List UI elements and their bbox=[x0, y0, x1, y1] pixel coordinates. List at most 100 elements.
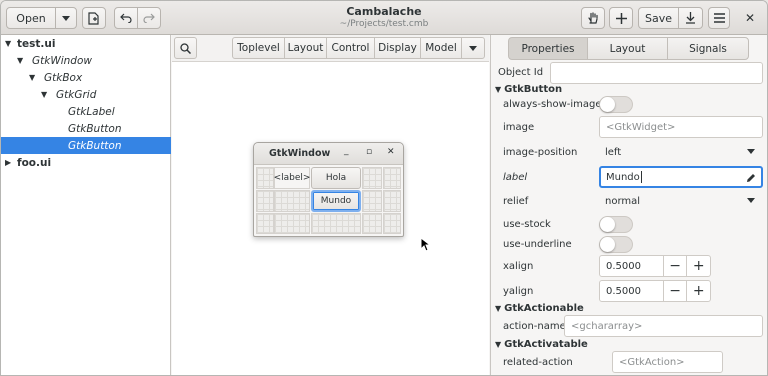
grid-empty-cell[interactable] bbox=[274, 213, 310, 234]
workspace-canvas[interactable]: Toplevel Layout Control Display Model Gt… bbox=[172, 35, 489, 375]
export-button[interactable] bbox=[678, 7, 703, 29]
grid-empty-cell[interactable] bbox=[256, 167, 274, 189]
tab-layout-props[interactable]: Layout bbox=[587, 37, 668, 60]
close-icon[interactable]: ✕ bbox=[387, 147, 395, 157]
expander-icon[interactable]: ▼ bbox=[5, 39, 11, 48]
grid-empty-cell[interactable] bbox=[256, 213, 274, 234]
section-title: GtkActionable bbox=[504, 303, 584, 314]
section-gtkactionable[interactable]: ▼ GtkActionable bbox=[495, 303, 584, 314]
grid-label[interactable]: <label> bbox=[274, 167, 310, 189]
grid-empty-cell[interactable] bbox=[311, 213, 361, 234]
window-close-button[interactable]: ✕ bbox=[741, 9, 759, 27]
close-icon: ✕ bbox=[744, 11, 756, 25]
tree-item-gtkgrid[interactable]: ▼ GtkGrid bbox=[1, 86, 171, 103]
grid-empty-cell[interactable] bbox=[256, 190, 274, 212]
tree-item-label: GtkWindow bbox=[32, 54, 92, 67]
image-position-dropdown[interactable]: left bbox=[599, 141, 763, 163]
action-name-label: action-name bbox=[503, 321, 566, 332]
image-field[interactable]: <GtkWidget> bbox=[599, 116, 763, 138]
tab-toplevel[interactable]: Toplevel bbox=[232, 37, 285, 59]
tree-item-gtkbox[interactable]: ▼ GtkBox bbox=[1, 69, 171, 86]
section-gtkactivatable[interactable]: ▼ GtkActivatable bbox=[495, 339, 588, 350]
add-button[interactable] bbox=[609, 7, 633, 29]
project-tree: ▼ test.ui ▼ GtkWindow ▼ GtkBox ▼ GtkGrid… bbox=[1, 35, 171, 375]
tree-item-gtkbutton[interactable]: GtkButton bbox=[1, 120, 171, 137]
grid-empty-cell[interactable] bbox=[362, 190, 382, 212]
preview-button-hola[interactable]: Hola bbox=[311, 167, 361, 189]
grid-empty-cell[interactable] bbox=[362, 213, 382, 234]
spin-value[interactable]: 0.5000 bbox=[600, 286, 663, 297]
main-menu-button[interactable] bbox=[708, 7, 730, 29]
minus-icon[interactable]: − bbox=[662, 281, 687, 301]
tab-model[interactable]: Model bbox=[420, 37, 462, 59]
xalign-spinbutton[interactable]: 0.5000 − + bbox=[599, 255, 711, 277]
preview-window[interactable]: GtkWindow _ ▫ ✕ <label> Hola Mundo bbox=[253, 142, 404, 237]
header-bar: Open Cambalache ~/Projects/test.cmb Save… bbox=[1, 1, 767, 35]
dropdown-arrow-icon bbox=[747, 149, 755, 154]
plus-icon bbox=[615, 12, 627, 24]
tab-control[interactable]: Control bbox=[326, 37, 375, 59]
tab-properties[interactable]: Properties bbox=[508, 37, 588, 60]
minus-icon[interactable]: − bbox=[662, 256, 687, 276]
label-field[interactable]: Mundo bbox=[599, 166, 763, 188]
undo-button[interactable] bbox=[114, 7, 138, 29]
section-gtkbutton[interactable]: ▼ GtkButton bbox=[495, 84, 562, 95]
preview-title: GtkWindow bbox=[269, 148, 331, 159]
inspector-button[interactable] bbox=[581, 7, 605, 29]
preview-button-mundo[interactable]: Mundo bbox=[311, 190, 361, 212]
more-menu-button[interactable] bbox=[461, 37, 485, 59]
tree-item-label: GtkButton bbox=[68, 122, 122, 135]
preview-titlebar: GtkWindow _ ▫ ✕ bbox=[254, 143, 403, 165]
grid-empty-cell[interactable] bbox=[274, 190, 310, 212]
grid-empty-cell[interactable] bbox=[383, 190, 401, 212]
tab-display[interactable]: Display bbox=[374, 37, 421, 59]
plus-icon[interactable]: + bbox=[686, 256, 710, 276]
tree-item-label: GtkButton bbox=[68, 139, 122, 152]
hamburger-icon bbox=[713, 13, 725, 23]
tab-signals[interactable]: Signals bbox=[667, 37, 749, 60]
tree-item-foo-ui[interactable]: ▶ foo.ui bbox=[1, 154, 171, 171]
expander-icon[interactable]: ▼ bbox=[29, 73, 35, 82]
grid-empty-cell[interactable] bbox=[362, 167, 382, 189]
tab-layout[interactable]: Layout bbox=[284, 37, 327, 59]
tree-item-gtkwindow[interactable]: ▼ GtkWindow bbox=[1, 52, 171, 69]
label-prop-label: label bbox=[503, 172, 528, 183]
object-id-field[interactable] bbox=[550, 62, 763, 84]
new-file-button[interactable] bbox=[82, 7, 106, 29]
tab-label: Signals bbox=[689, 42, 727, 55]
always-show-image-switch[interactable] bbox=[599, 96, 633, 113]
expander-icon[interactable]: ▼ bbox=[41, 90, 47, 99]
tree-item-gtkbutton-selected[interactable]: GtkButton bbox=[1, 137, 171, 154]
tree-item-label: GtkLabel bbox=[68, 105, 115, 118]
related-action-field[interactable]: <GtkAction> bbox=[612, 351, 723, 373]
search-button[interactable] bbox=[174, 37, 197, 59]
redo-button[interactable] bbox=[137, 7, 161, 29]
relief-dropdown[interactable]: normal bbox=[599, 190, 763, 212]
tree-item-test-ui[interactable]: ▼ test.ui bbox=[1, 35, 171, 52]
mouse-pointer-icon bbox=[420, 237, 430, 252]
expander-icon[interactable]: ▶ bbox=[5, 158, 11, 167]
open-menu-button[interactable] bbox=[55, 7, 77, 29]
use-underline-switch[interactable] bbox=[599, 236, 633, 253]
maximize-icon[interactable]: ▫ bbox=[366, 147, 372, 157]
chevron-down-icon bbox=[62, 15, 70, 21]
use-stock-switch[interactable] bbox=[599, 216, 633, 233]
grid-empty-cell[interactable] bbox=[383, 213, 401, 234]
save-label: Save bbox=[644, 11, 672, 25]
minimize-icon[interactable]: _ bbox=[344, 146, 349, 156]
grid-empty-cell[interactable] bbox=[383, 167, 401, 189]
action-name-field[interactable]: <gchararray> bbox=[564, 315, 763, 337]
xalign-label: xalign bbox=[503, 261, 534, 272]
spin-value[interactable]: 0.5000 bbox=[600, 261, 663, 272]
expander-icon[interactable]: ▼ bbox=[17, 56, 23, 65]
pencil-icon[interactable] bbox=[746, 173, 756, 183]
dropdown-value: normal bbox=[605, 195, 641, 207]
undo-icon bbox=[120, 13, 132, 23]
open-button[interactable]: Open bbox=[6, 7, 56, 29]
yalign-spinbutton[interactable]: 0.5000 − + bbox=[599, 280, 711, 302]
object-id-label: Object Id bbox=[498, 67, 544, 78]
tree-item-gtklabel[interactable]: GtkLabel bbox=[1, 103, 171, 120]
save-button[interactable]: Save bbox=[638, 7, 679, 29]
plus-icon[interactable]: + bbox=[686, 281, 710, 301]
canvas-toolbar: Toplevel Layout Control Display Model bbox=[172, 35, 489, 62]
